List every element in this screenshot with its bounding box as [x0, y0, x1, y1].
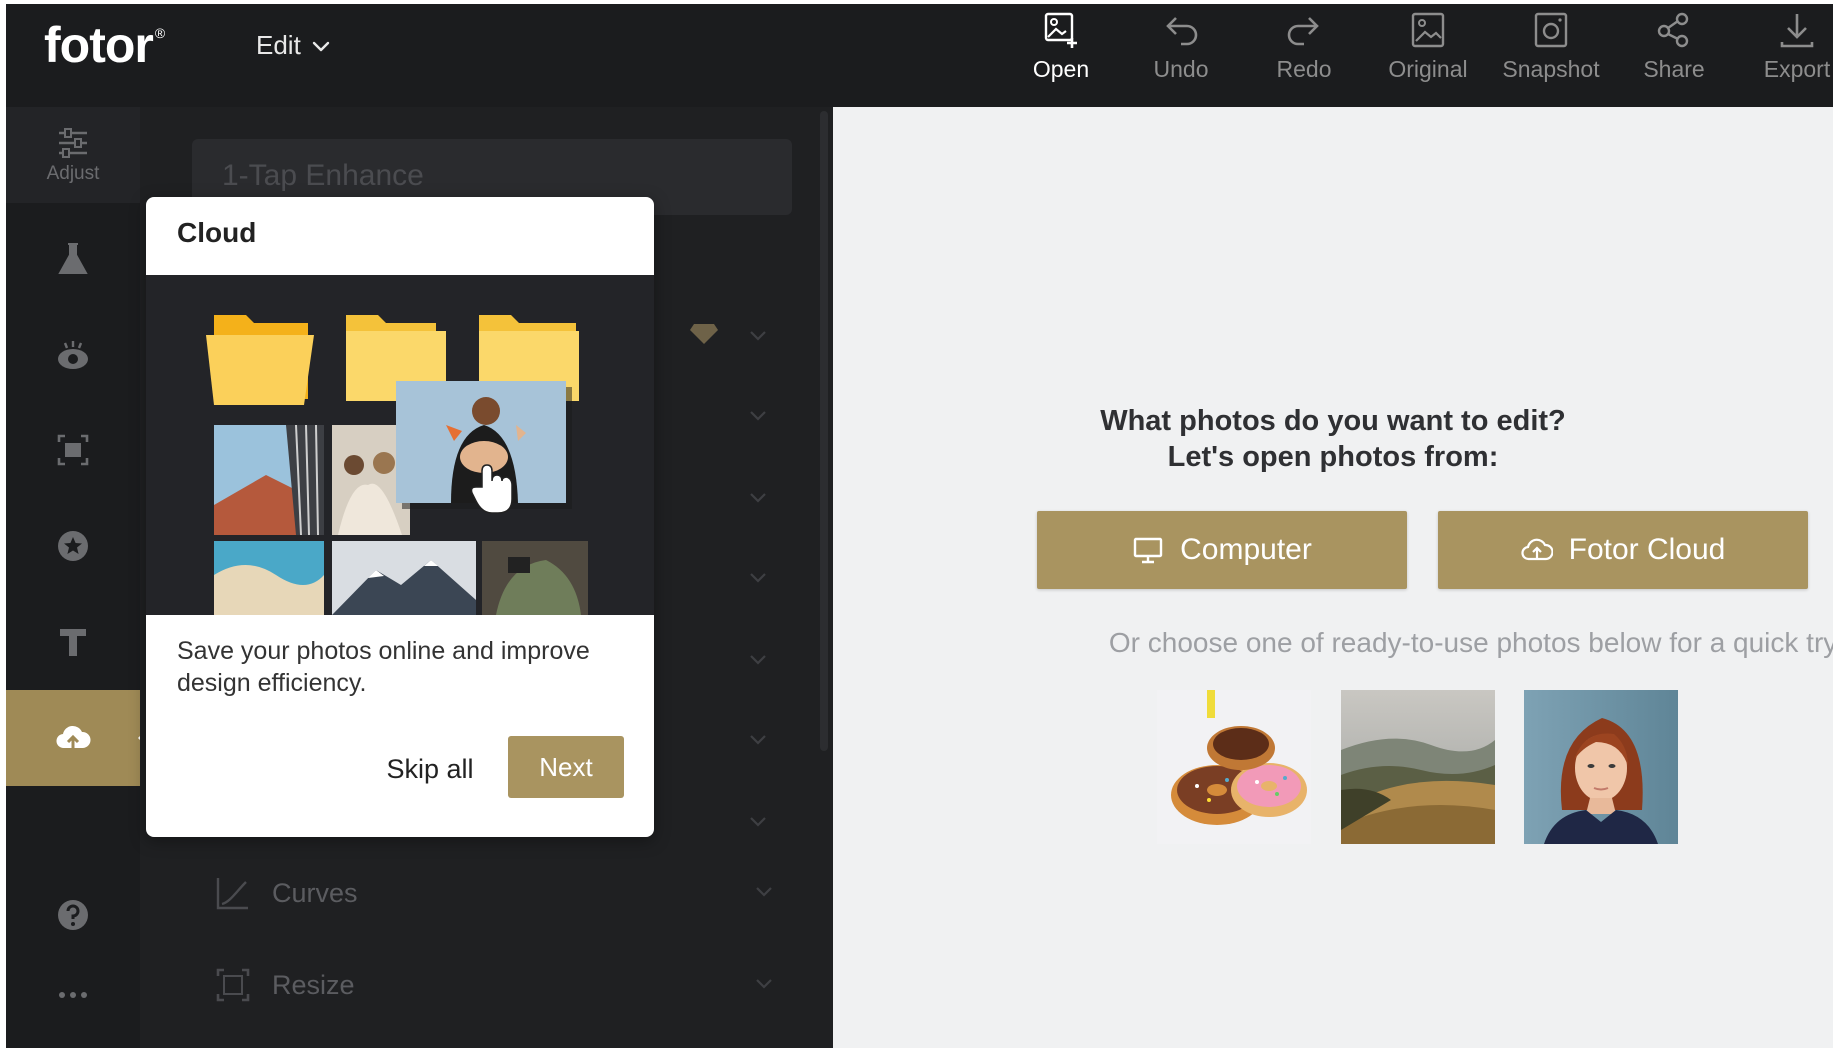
- panel-row-resize[interactable]: Resize: [192, 939, 792, 1031]
- sample-photo-portrait[interactable]: [1524, 690, 1678, 844]
- chevron-down-icon: [756, 887, 772, 897]
- prompt-line-2: Let's open photos from:: [1167, 441, 1499, 473]
- export-icon: [1780, 14, 1814, 48]
- rail-item-stickers[interactable]: [6, 498, 140, 594]
- premium-diamond-icon: [690, 324, 718, 344]
- chevron-down-icon: [312, 41, 330, 51]
- rail-item-beauty[interactable]: [6, 307, 140, 403]
- undo-button[interactable]: Undo: [1126, 10, 1236, 100]
- open-image-icon: [1044, 12, 1077, 48]
- export-button[interactable]: Export: [1742, 10, 1833, 100]
- fotor-logo[interactable]: fotor ®: [44, 16, 165, 74]
- snapshot-icon: [1534, 12, 1568, 48]
- open-fotor-cloud-button[interactable]: Fotor Cloud: [1438, 511, 1808, 589]
- more-icon: [59, 992, 87, 998]
- redo-label: Redo: [1276, 56, 1332, 82]
- folder-icon: [206, 315, 314, 405]
- open-photos-prompt: What photos do you want to edit? Let's o…: [833, 403, 1833, 475]
- chevron-down-icon[interactable]: [748, 729, 768, 749]
- panel-row-curves[interactable]: Curves: [192, 847, 792, 939]
- share-icon: [1657, 12, 1689, 48]
- canvas-area: What photos do you want to edit? Let's o…: [833, 107, 1833, 1048]
- beauty-eye-icon: [58, 341, 88, 369]
- rail-item-adjust[interactable]: Adjust: [6, 107, 140, 203]
- one-tap-enhance-label: 1-Tap Enhance: [222, 159, 424, 192]
- text-icon: [60, 629, 86, 656]
- open-fotor-cloud-label: Fotor Cloud: [1568, 533, 1726, 566]
- sample-photo-landscape[interactable]: [1341, 690, 1495, 844]
- sample-photos-hint: Or choose one of ready-to-use photos bel…: [1108, 627, 1833, 658]
- sticker-star-icon: [58, 531, 88, 561]
- chevron-down-icon[interactable]: [748, 567, 768, 587]
- redo-icon: [1287, 17, 1319, 46]
- panel-scrollbar[interactable]: [820, 111, 828, 751]
- effects-flask-icon: [58, 243, 88, 274]
- curves-icon: [216, 878, 248, 910]
- cloud-tour-popover: Cloud Save your photos online and improv…: [146, 197, 654, 837]
- adjust-icon: [59, 128, 87, 158]
- rail-item-text[interactable]: [6, 594, 140, 690]
- left-tool-rail: Adjust: [6, 107, 150, 1048]
- resize-label: Resize: [272, 969, 355, 1000]
- rail-item-more[interactable]: [6, 947, 140, 1043]
- curves-label: Curves: [272, 877, 358, 908]
- computer-monitor-icon: [1133, 537, 1163, 564]
- redo-button[interactable]: Redo: [1249, 10, 1359, 100]
- export-label: Export: [1763, 56, 1831, 82]
- share-label: Share: [1643, 56, 1705, 82]
- rail-item-frames[interactable]: [6, 402, 140, 498]
- top-bar: fotor ® Edit Open Undo Redo Original Snap…: [6, 4, 1833, 107]
- rail-item-effects[interactable]: [6, 211, 140, 307]
- fotor-app: fotor ® Edit Open Undo Redo Original Snap…: [6, 4, 1833, 1048]
- open-button[interactable]: Open: [1006, 10, 1116, 100]
- chevron-down-icon[interactable]: [748, 325, 768, 345]
- edit-menu-label: Edit: [256, 30, 301, 60]
- share-button[interactable]: Share: [1619, 10, 1729, 100]
- chevron-down-icon[interactable]: [748, 811, 768, 831]
- cloud-upload-icon: [56, 725, 91, 750]
- cloud-illustration: [146, 275, 654, 615]
- chevron-down-icon[interactable]: [748, 487, 768, 507]
- open-label: Open: [1032, 56, 1090, 82]
- rail-item-cloud[interactable]: [6, 690, 150, 786]
- chevron-down-icon[interactable]: [748, 405, 768, 425]
- tour-description: Save your photos online and improve desi…: [177, 637, 590, 697]
- next-button[interactable]: Next: [508, 736, 624, 798]
- open-computer-button[interactable]: Computer: [1037, 511, 1407, 589]
- help-icon: [58, 900, 88, 930]
- cloud-upload-icon: [1521, 538, 1553, 561]
- resize-icon: [216, 968, 250, 1002]
- rail-adjust-label: Adjust: [46, 163, 100, 184]
- prompt-line-1: What photos do you want to edit?: [1100, 405, 1566, 437]
- edit-menu-button[interactable]: Edit: [256, 30, 331, 61]
- frame-icon: [57, 434, 89, 466]
- original-button[interactable]: Original: [1373, 10, 1483, 100]
- original-image-icon: [1411, 12, 1445, 48]
- original-label: Original: [1388, 56, 1468, 82]
- skip-all-button[interactable]: Skip all: [370, 739, 490, 799]
- sample-photo-donuts[interactable]: [1157, 690, 1311, 844]
- undo-label: Undo: [1153, 56, 1209, 82]
- snapshot-label: Snapshot: [1502, 56, 1600, 82]
- snapshot-button[interactable]: Snapshot: [1496, 10, 1606, 100]
- chevron-down-icon: [756, 979, 772, 989]
- undo-icon: [1166, 17, 1198, 46]
- tour-title: Cloud: [177, 217, 257, 248]
- open-computer-label: Computer: [1180, 533, 1312, 566]
- chevron-down-icon[interactable]: [748, 649, 768, 669]
